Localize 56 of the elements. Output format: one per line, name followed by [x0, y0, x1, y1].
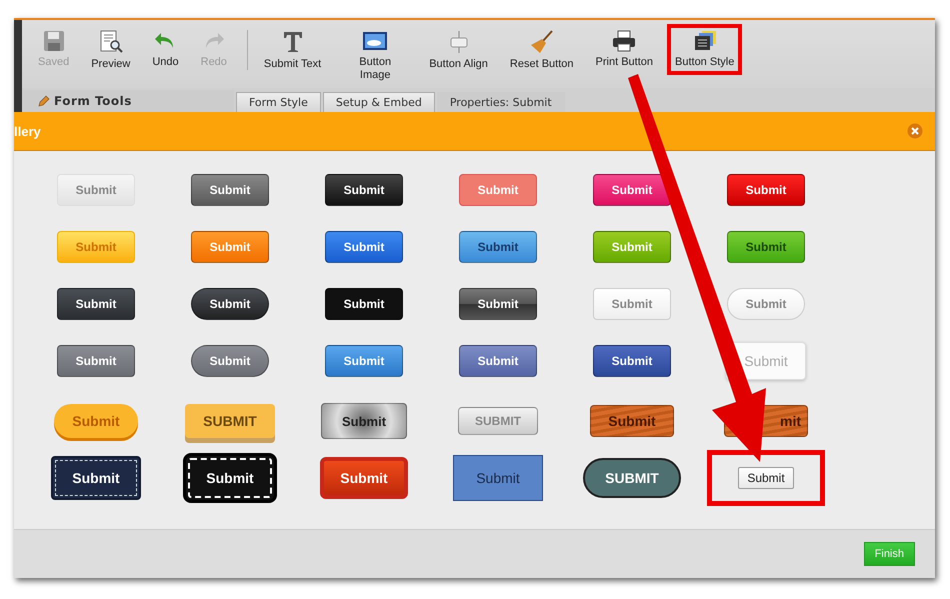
style-option-button[interactable]: Submit	[459, 288, 537, 320]
close-button[interactable]	[907, 123, 923, 139]
style-option-button[interactable]: Submit	[593, 174, 671, 206]
toolbar-button[interactable]: Reset Button	[502, 24, 582, 77]
style-option-button[interactable]: Submit	[320, 457, 408, 499]
style-option-button[interactable]: Submit	[321, 403, 407, 439]
style-option-button[interactable]: Submit	[325, 344, 403, 376]
align-icon	[448, 30, 470, 54]
style-option-button[interactable]: Submit	[593, 288, 671, 320]
style-option-button[interactable]: Submit	[191, 344, 269, 376]
style-option-button[interactable]: Submit	[325, 288, 403, 320]
style-option-button[interactable]: Submit	[590, 405, 674, 437]
style-option-button[interactable]: SUBMIT	[458, 407, 538, 435]
style-option-button[interactable]: Submit	[183, 453, 277, 503]
style-option-button[interactable]: Submit	[325, 230, 403, 262]
tab[interactable]: Properties: Submit	[436, 92, 565, 112]
close-icon	[907, 123, 923, 139]
style-option-button[interactable]: Submit	[191, 288, 269, 320]
finish-button[interactable]: Finish	[864, 542, 915, 566]
style-option-button[interactable]: Submit	[57, 174, 135, 206]
style-option-button[interactable]: Submit	[738, 467, 794, 489]
style-option-button[interactable]: Submit	[453, 455, 543, 501]
style-option-button[interactable]: Submit	[593, 344, 671, 376]
style-option-button[interactable]: Submit	[51, 456, 141, 500]
letter-t-icon	[282, 30, 304, 54]
style-option-button[interactable]: Submit	[727, 174, 805, 206]
style-option-button[interactable]: SUBMIT	[583, 458, 681, 498]
toolbar-button[interactable]: Preview	[83, 24, 138, 77]
toolbar-button[interactable]: Button Image	[335, 24, 416, 88]
toolbar-button[interactable]: Submit Text	[256, 24, 330, 77]
dialog-title: llery	[14, 124, 41, 138]
style-option-button[interactable]: Submit	[459, 344, 537, 376]
sidebar-title: Form Tools	[54, 94, 132, 108]
broom-icon	[530, 30, 554, 54]
pencil-icon	[38, 95, 50, 107]
toolbar-button[interactable]: Button Align	[421, 24, 496, 77]
tab[interactable]: Setup & Embed	[322, 92, 435, 112]
stacked-windows-icon	[692, 30, 717, 52]
tab[interactable]: Form Style	[236, 92, 321, 112]
style-option-button[interactable]: SUBMIT	[185, 404, 275, 438]
style-option-button[interactable]: Submit	[459, 230, 537, 262]
style-option-button[interactable]: Submit	[191, 230, 269, 262]
style-option-button[interactable]: Submit	[191, 174, 269, 206]
style-option-button[interactable]: Submit	[54, 404, 138, 438]
toolbar-button[interactable]: Print Button	[588, 24, 661, 75]
printer-icon	[612, 30, 636, 52]
image-icon	[362, 30, 388, 52]
toolbar-button[interactable]: Button Style	[667, 24, 742, 75]
style-option-button[interactable]: Submit	[57, 344, 135, 376]
toolbar-button[interactable]: Undo	[144, 24, 187, 75]
style-option-button[interactable]: Submit	[57, 288, 135, 320]
preview-icon	[98, 30, 123, 54]
style-option-button[interactable]: Submit	[325, 174, 403, 206]
style-option-button[interactable]: Submit	[727, 288, 805, 320]
style-option-button[interactable]: Submit	[727, 230, 805, 262]
style-option-button[interactable]: Submit	[459, 174, 537, 206]
